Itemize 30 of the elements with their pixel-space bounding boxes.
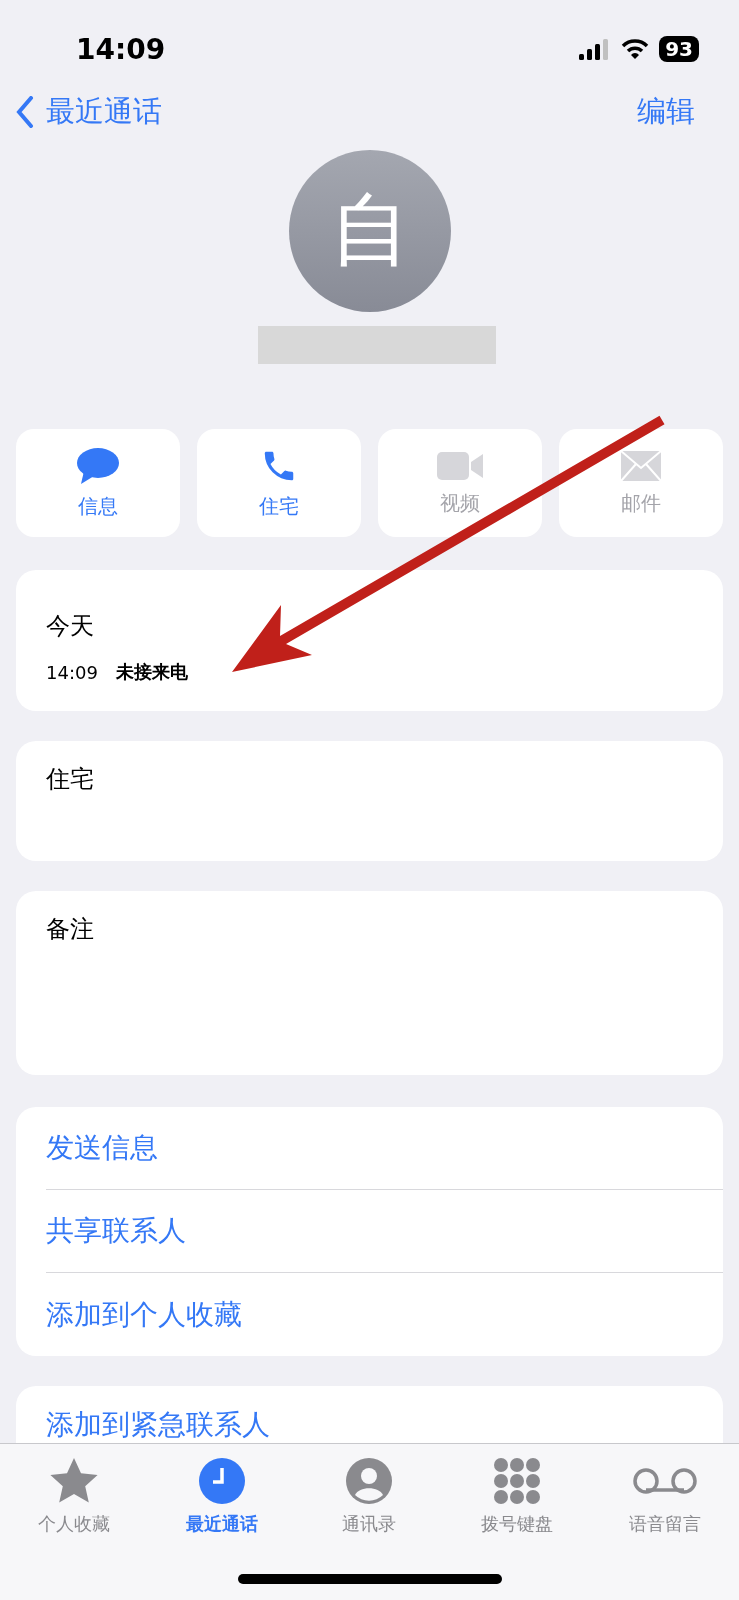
battery-level: 93 (659, 36, 699, 62)
back-chevron-icon (16, 96, 34, 128)
action-link[interactable]: 添加到紧急联系人 (46, 1386, 723, 1442)
edit-button[interactable]: 编辑 (637, 92, 695, 132)
notes-label: 备注 (46, 914, 95, 945)
keypad-icon (494, 1458, 541, 1504)
back-button[interactable]: 最近通话 (16, 92, 162, 132)
tab[interactable]: 拨号键盘 (443, 1458, 592, 1538)
avatar-initial: 自 (329, 182, 410, 278)
action-link[interactable]: 添加到个人收藏 (46, 1273, 723, 1356)
speech-bubble-icon (76, 446, 120, 485)
action-link[interactable]: 发送信息 (46, 1107, 723, 1190)
envelope-icon (620, 449, 662, 482)
call-day: 今天 (46, 610, 693, 642)
phone-label: 住宅 (46, 764, 95, 795)
clock-icon (198, 1458, 245, 1504)
action-button[interactable]: 住宅 (197, 429, 361, 537)
tab[interactable]: 通讯录 (295, 1458, 444, 1538)
action-link[interactable]: 共享联系人 (46, 1190, 723, 1273)
tab[interactable]: 语音留言 (591, 1458, 739, 1538)
video-camera-icon (437, 449, 483, 482)
tab[interactable]: 最近通话 (147, 1458, 296, 1538)
person-icon (346, 1458, 393, 1504)
status-time: 14:09 (76, 32, 166, 66)
action-button[interactable]: 信息 (16, 429, 180, 537)
call-status: 未接来电 (115, 660, 188, 684)
call-time: 14:09 (46, 661, 98, 683)
star-icon (49, 1458, 98, 1504)
tab[interactable]: 个人收藏 (0, 1458, 148, 1538)
wifi-icon (621, 38, 650, 60)
